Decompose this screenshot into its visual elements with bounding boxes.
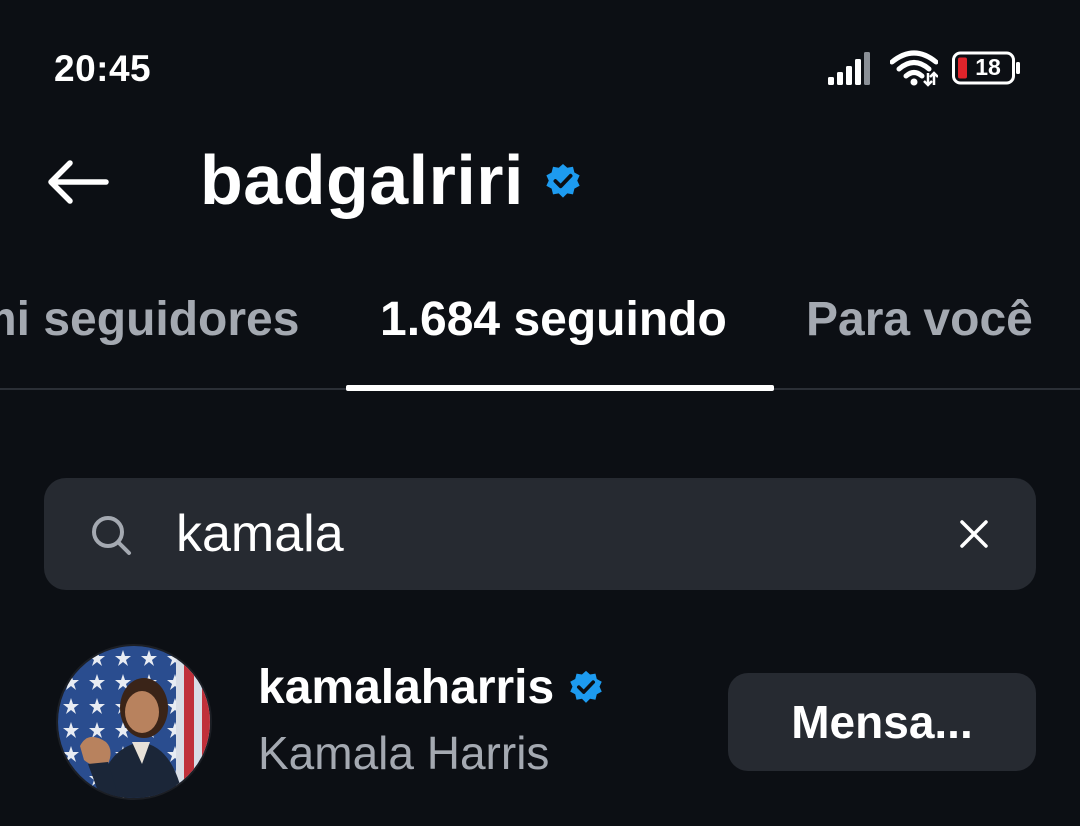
page-title: badgalriri [200, 141, 524, 219]
header: badgalriri [0, 130, 1080, 240]
signal-icon [828, 52, 870, 85]
result-username[interactable]: kamalaharris [258, 660, 554, 715]
close-icon [960, 520, 988, 548]
status-bar: 20:45 18 [0, 0, 1080, 140]
tab-followers[interactable]: mi seguidores [0, 292, 299, 347]
tab-bar: mi seguidores 1.684 seguindo Para você [0, 270, 1080, 391]
active-tab-indicator [346, 385, 774, 391]
verified-badge-icon [546, 163, 580, 198]
clear-search-button[interactable] [952, 512, 996, 556]
title-wrap: badgalriri [200, 140, 582, 220]
search-input[interactable] [176, 496, 936, 572]
battery-level: 18 [975, 54, 1001, 80]
tab-for-you[interactable]: Para você [806, 292, 1033, 347]
search-icon [92, 516, 131, 555]
result-full-name: Kamala Harris [258, 727, 550, 779]
tab-following[interactable]: 1.684 seguindo [380, 292, 727, 347]
arrow-left-icon [48, 160, 109, 204]
wifi-icon [890, 50, 938, 87]
search-box[interactable] [44, 478, 1036, 590]
battery-icon: 18 [952, 51, 1022, 85]
status-icons: 18 [828, 48, 1022, 88]
avatar[interactable] [56, 644, 212, 800]
screen: 20:45 18 badgalriri mi seguidores 1.684 … [0, 0, 1080, 826]
list-item[interactable]: kamalaharris Kamala Harris Mensa... [0, 640, 1080, 810]
status-time: 20:45 [54, 48, 152, 89]
back-button[interactable] [40, 150, 116, 214]
username-wrap: kamalaharris [258, 660, 604, 715]
verified-badge-icon [570, 670, 602, 703]
message-button[interactable]: Mensa... [728, 673, 1036, 771]
